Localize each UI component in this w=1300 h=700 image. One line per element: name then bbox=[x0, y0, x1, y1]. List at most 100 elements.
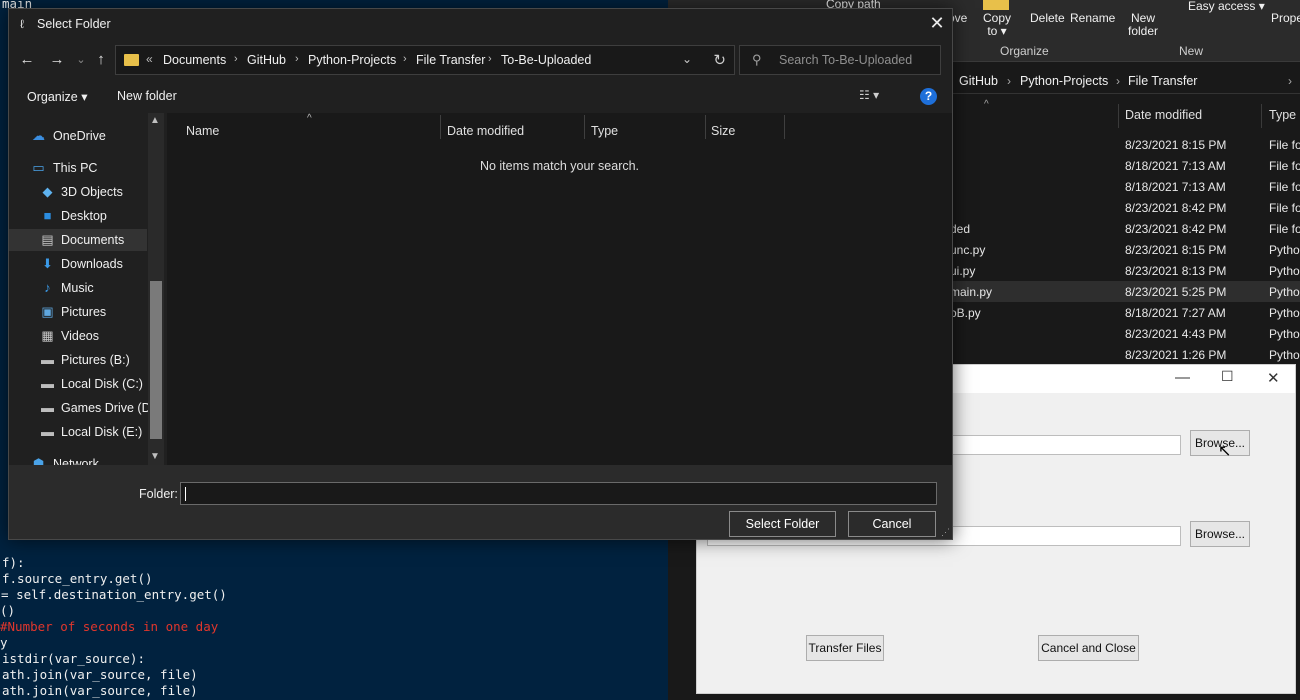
chevron-down-icon[interactable]: › bbox=[1288, 74, 1292, 88]
code-line: f.source_entry.get() bbox=[2, 571, 153, 586]
cancel-and-close-button[interactable]: Cancel and Close bbox=[1038, 635, 1139, 661]
column-type[interactable]: Type bbox=[1269, 108, 1296, 122]
column-divider bbox=[1261, 104, 1262, 128]
column-size[interactable]: Size bbox=[711, 124, 735, 138]
navigation-pane: ☁ OneDrive ▭ This PC ◆ 3D Objects ■ Desktop … bbox=[9, 113, 164, 465]
browse-destination-button[interactable]: Browse... bbox=[1190, 521, 1250, 547]
chevron-right-icon: › bbox=[1007, 74, 1011, 88]
organize-button[interactable]: Organize ▾ bbox=[27, 89, 87, 104]
code-comment: #Number of seconds in one day bbox=[0, 619, 219, 634]
drive-icon: ▬ bbox=[41, 424, 54, 439]
copy-to-label-2: to ▾ bbox=[987, 24, 1007, 38]
search-placeholder: Search To-Be-Uploaded bbox=[779, 53, 913, 67]
code-line: ath.join(var_source, file) bbox=[2, 683, 198, 698]
chevron-down-icon[interactable]: ⌄ bbox=[682, 52, 692, 66]
code-line: f): bbox=[2, 555, 25, 570]
column-type[interactable]: Type bbox=[591, 124, 618, 138]
overflow-chevron-icon[interactable]: « bbox=[146, 52, 153, 66]
desktop-icon: ■ bbox=[43, 208, 52, 223]
folder-label: Folder: bbox=[139, 487, 178, 501]
help-icon[interactable]: ? bbox=[920, 88, 937, 105]
chevron-right-icon[interactable]: › bbox=[234, 53, 238, 65]
new-folder-button[interactable]: New folder bbox=[1128, 12, 1158, 38]
cube-icon: ◆ bbox=[42, 184, 53, 199]
chevron-right-icon[interactable]: › bbox=[488, 53, 492, 65]
breadcrumb-file-transfer[interactable]: File Transfer bbox=[416, 53, 485, 67]
resize-grip-icon[interactable]: ⋰ bbox=[941, 527, 950, 538]
scroll-up-icon[interactable]: ▲ bbox=[150, 115, 160, 126]
download-icon: ⬇ bbox=[42, 256, 53, 271]
chevron-right-icon: › bbox=[1116, 74, 1120, 88]
search-input[interactable]: ⚲ Search To-Be-Uploaded bbox=[739, 45, 941, 75]
select-folder-button[interactable]: Select Folder bbox=[729, 511, 836, 537]
copy-to-button[interactable]: Copy to ▾ bbox=[983, 0, 1011, 38]
navigation-row: ← → ⌄ ↑ « Documents › GitHub › Python-Pr… bbox=[9, 42, 952, 78]
nav-item-desktop[interactable]: ■ Desktop bbox=[9, 205, 147, 227]
close-icon[interactable]: ✕ bbox=[1267, 369, 1280, 387]
dialog-toolbar: Organize ▾ New folder ☷ ▾ ? bbox=[9, 85, 952, 109]
code-line: = self.destination_entry.get() bbox=[0, 587, 227, 602]
nav-item-onedrive[interactable]: ☁ OneDrive bbox=[9, 125, 147, 147]
properties-button[interactable]: Prope bbox=[1271, 12, 1300, 25]
transfer-files-button[interactable]: Transfer Files bbox=[806, 635, 884, 661]
column-date-modified[interactable]: Date modified bbox=[447, 124, 524, 138]
breadcrumb-item[interactable]: GitHub bbox=[959, 74, 998, 88]
folder-icon bbox=[983, 0, 1009, 10]
search-icon: ⚲ bbox=[752, 52, 762, 67]
back-arrow-icon[interactable]: ← bbox=[17, 50, 37, 70]
view-options-icon[interactable]: ☷ ▾ bbox=[859, 88, 879, 102]
breadcrumb-to-be-uploaded[interactable]: To-Be-Uploaded bbox=[501, 53, 591, 67]
column-divider bbox=[784, 115, 785, 139]
nav-item-downloads[interactable]: ⬇ Downloads bbox=[9, 253, 147, 275]
column-name[interactable]: Name bbox=[186, 124, 219, 138]
breadcrumb-documents[interactable]: Documents bbox=[163, 53, 226, 67]
rename-button[interactable]: Rename bbox=[1070, 12, 1115, 25]
recent-locations-chevron-icon[interactable]: ⌄ bbox=[71, 50, 91, 70]
column-date-modified[interactable]: Date modified bbox=[1125, 108, 1202, 122]
videos-icon: ▦ bbox=[41, 328, 54, 343]
drive-icon: ▬ bbox=[41, 352, 54, 367]
drive-icon: ▬ bbox=[41, 376, 54, 391]
forward-arrow-icon[interactable]: → bbox=[47, 50, 67, 70]
chevron-right-icon[interactable]: › bbox=[403, 53, 407, 65]
easy-access-button[interactable]: Easy access ▾ bbox=[1188, 0, 1265, 13]
nav-item-videos[interactable]: ▦ Videos bbox=[9, 325, 147, 347]
refresh-icon[interactable]: ↻ bbox=[713, 51, 726, 69]
chevron-right-icon[interactable]: › bbox=[295, 53, 299, 65]
file-list-pane: ^ Name Date modified Type Size No items … bbox=[167, 113, 952, 465]
nav-item-local-disk-c[interactable]: ▬ Local Disk (C:) bbox=[9, 373, 147, 395]
code-line: istdir(var_source): bbox=[2, 651, 145, 666]
cancel-button[interactable]: Cancel bbox=[848, 511, 936, 537]
nav-item-3d-objects[interactable]: ◆ 3D Objects bbox=[9, 181, 147, 203]
address-bar[interactable]: « Documents › GitHub › Python-Projects ›… bbox=[115, 45, 735, 75]
up-arrow-icon[interactable]: ↑ bbox=[91, 50, 111, 70]
scroll-down-icon[interactable]: ▼ bbox=[150, 451, 160, 462]
breadcrumb-item[interactable]: Python-Projects bbox=[1020, 74, 1108, 88]
nav-item-documents[interactable]: ▤ Documents bbox=[9, 229, 147, 251]
delete-button[interactable]: Delete bbox=[1030, 12, 1065, 25]
breadcrumb-github[interactable]: GitHub bbox=[247, 53, 286, 67]
nav-item-network[interactable]: ⬢ Network bbox=[9, 453, 147, 466]
new-folder-button[interactable]: New folder bbox=[117, 89, 177, 103]
code-line: y bbox=[0, 635, 8, 650]
nav-item-local-disk-e[interactable]: ▬ Local Disk (E:) bbox=[9, 421, 147, 443]
breadcrumb-item[interactable]: File Transfer bbox=[1128, 74, 1197, 88]
minimize-icon[interactable]: — bbox=[1175, 369, 1190, 386]
scrollbar-thumb[interactable] bbox=[150, 281, 162, 439]
maximize-icon[interactable]: ☐ bbox=[1221, 368, 1234, 385]
nav-item-this-pc[interactable]: ▭ This PC bbox=[9, 157, 147, 179]
close-button[interactable]: ✕ bbox=[922, 9, 952, 39]
nav-item-music[interactable]: ♪ Music bbox=[9, 277, 147, 299]
select-folder-dialog: ℓ Select Folder ✕ ← → ⌄ ↑ « Documents › … bbox=[8, 8, 953, 540]
breadcrumb-python-projects[interactable]: Python-Projects bbox=[308, 53, 396, 67]
text-caret bbox=[185, 487, 186, 501]
column-divider bbox=[440, 115, 441, 139]
nav-item-pictures-b[interactable]: ▬ Pictures (B:) bbox=[9, 349, 147, 371]
cloud-icon: ☁ bbox=[32, 128, 45, 143]
documents-icon: ▤ bbox=[41, 232, 54, 247]
nav-item-games-drive-d[interactable]: ▬ Games Drive (D:) bbox=[9, 397, 158, 419]
computer-icon: ▭ bbox=[32, 160, 45, 175]
folder-input[interactable] bbox=[180, 482, 937, 505]
column-divider bbox=[584, 115, 585, 139]
nav-item-pictures[interactable]: ▣ Pictures bbox=[9, 301, 147, 323]
